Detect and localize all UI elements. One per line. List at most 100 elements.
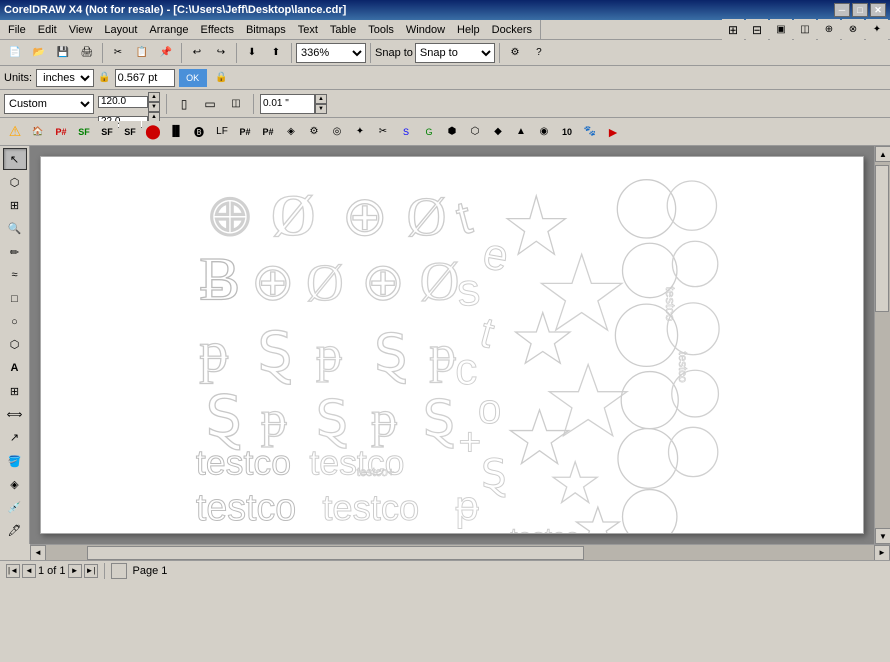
eff18[interactable]: G	[418, 121, 440, 143]
interactive-tool[interactable]: ↗	[3, 427, 27, 449]
toolbar-icon-5[interactable]: ⊕	[818, 19, 840, 41]
text-tool[interactable]: A	[3, 357, 27, 379]
prev-page-btn[interactable]: ◄	[22, 564, 36, 578]
toolbar-icon-2[interactable]: ⊟	[746, 19, 768, 41]
toolbar-icon-1[interactable]: ⊞	[722, 19, 744, 41]
toolbar-icon-4[interactable]: ◫	[794, 19, 816, 41]
toolbar-icon-7[interactable]: ✦	[866, 19, 888, 41]
options-button[interactable]: ⚙	[504, 42, 526, 64]
eff3[interactable]: SF	[73, 121, 95, 143]
width-input[interactable]	[98, 96, 148, 108]
eff16[interactable]: ✂	[372, 121, 394, 143]
scroll-left-btn[interactable]: ◄	[30, 545, 46, 561]
h-scroll-track[interactable]	[46, 545, 874, 561]
ellipse-tool[interactable]: ○	[3, 311, 27, 333]
menu-edit[interactable]: Edit	[32, 22, 63, 38]
eff5[interactable]: SF	[119, 121, 141, 143]
snap-select[interactable]: Snap to	[415, 43, 495, 63]
next-page-btn[interactable]: ►	[68, 564, 82, 578]
export-button[interactable]: ⬆	[265, 42, 287, 64]
nudge-input[interactable]	[260, 94, 315, 114]
eff9[interactable]: LF	[211, 121, 233, 143]
menu-help[interactable]: Help	[451, 22, 486, 38]
v-scroll-thumb[interactable]	[875, 165, 889, 311]
eff14[interactable]: ◎	[326, 121, 348, 143]
cut-button[interactable]: ✂	[107, 42, 129, 64]
menu-file[interactable]: File	[2, 22, 32, 38]
menu-table[interactable]: Table	[324, 22, 362, 38]
outline-tool[interactable]: 🖊	[3, 520, 27, 542]
eff21[interactable]: ◆	[487, 121, 509, 143]
nudge-up[interactable]: ▲	[315, 94, 327, 104]
select-tool[interactable]: ↖	[3, 148, 27, 170]
import-button[interactable]: ⬇	[241, 42, 263, 64]
apply-btn[interactable]: OK	[179, 69, 207, 87]
width-down[interactable]: ▼	[148, 102, 160, 112]
new-button[interactable]: 📄	[4, 42, 26, 64]
redo-button[interactable]: ↪	[210, 42, 232, 64]
eff22[interactable]: ▲	[510, 121, 532, 143]
eff17[interactable]: S	[395, 121, 417, 143]
scroll-up-btn[interactable]: ▲	[875, 146, 890, 162]
menu-window[interactable]: Window	[400, 22, 451, 38]
first-page-btn[interactable]: |◄	[6, 564, 20, 578]
eff4[interactable]: SF	[96, 121, 118, 143]
eff25[interactable]: 🐾	[579, 121, 601, 143]
eff23[interactable]: ◉	[533, 121, 555, 143]
minimize-button[interactable]: ─	[834, 3, 850, 17]
fill-tool[interactable]: 🪣	[3, 450, 27, 472]
save-button[interactable]: 💾	[52, 42, 74, 64]
v-scroll-track[interactable]	[875, 162, 890, 528]
zoom-tool[interactable]: 🔍	[3, 218, 27, 240]
warn-icon[interactable]: ⚠	[4, 121, 26, 143]
menu-bitmaps[interactable]: Bitmaps	[240, 22, 292, 38]
node-tool[interactable]: ⬡	[3, 171, 27, 193]
h-scroll-thumb[interactable]	[87, 546, 584, 560]
menu-view[interactable]: View	[63, 22, 99, 38]
toolbar-icon-6[interactable]: ⊗	[842, 19, 864, 41]
crop-tool[interactable]: ⊞	[3, 194, 27, 216]
facing-pages-btn[interactable]: ◫	[225, 93, 247, 115]
freehand-tool[interactable]: ✏	[3, 241, 27, 263]
copy-button[interactable]: 📋	[131, 42, 153, 64]
eff2[interactable]: P#	[50, 121, 72, 143]
portrait-btn[interactable]: ▯	[173, 93, 195, 115]
smart-fill-tool[interactable]: ◈	[3, 473, 27, 495]
nudge-down[interactable]: ▼	[315, 104, 327, 114]
maximize-button[interactable]: □	[852, 3, 868, 17]
rectangle-tool[interactable]: □	[3, 287, 27, 309]
zoom-select[interactable]: 336% 100% 200% 400%	[296, 43, 366, 63]
page-preset-select[interactable]: Custom Letter A4	[4, 94, 94, 114]
scroll-down-btn[interactable]: ▼	[875, 528, 890, 544]
eff7[interactable]: ▐▌	[165, 121, 187, 143]
menu-text[interactable]: Text	[292, 22, 324, 38]
menu-dockers[interactable]: Dockers	[486, 22, 538, 38]
eff11[interactable]: P#	[257, 121, 279, 143]
menu-arrange[interactable]: Arrange	[143, 22, 194, 38]
dimension-tool[interactable]: ⟺	[3, 404, 27, 426]
landscape-btn[interactable]: ▭	[199, 93, 221, 115]
paste-button[interactable]: 📌	[155, 42, 177, 64]
menu-tools[interactable]: Tools	[362, 22, 400, 38]
scroll-right-btn[interactable]: ►	[874, 545, 890, 561]
eff13[interactable]: ⚙	[303, 121, 325, 143]
add-page-btn[interactable]	[111, 563, 127, 579]
eff20[interactable]: ⬡	[464, 121, 486, 143]
help-btn2[interactable]: ?	[528, 42, 550, 64]
eff26[interactable]: ►	[602, 121, 624, 143]
undo-button[interactable]: ↩	[186, 42, 208, 64]
canvas-area[interactable]: ⊕ Ø ⊕ Ø Ƀ ⊕ Ø ⊕ Ø testco testco testco t…	[30, 146, 890, 544]
units-select[interactable]: inches mm cm pixels	[36, 69, 94, 87]
last-page-btn[interactable]: ►|	[84, 564, 98, 578]
eff19[interactable]: ⬢	[441, 121, 463, 143]
menu-effects[interactable]: Effects	[195, 22, 240, 38]
table-tool[interactable]: ⊞	[3, 380, 27, 402]
close-button[interactable]: ✕	[870, 3, 886, 17]
menu-layout[interactable]: Layout	[98, 22, 143, 38]
eff10[interactable]: P#	[234, 121, 256, 143]
smart-draw-tool[interactable]: ≈	[3, 264, 27, 286]
eff24[interactable]: 10	[556, 121, 578, 143]
eff1[interactable]: 🏠	[27, 121, 49, 143]
eff15[interactable]: ✦	[349, 121, 371, 143]
eff12[interactable]: ◈	[280, 121, 302, 143]
